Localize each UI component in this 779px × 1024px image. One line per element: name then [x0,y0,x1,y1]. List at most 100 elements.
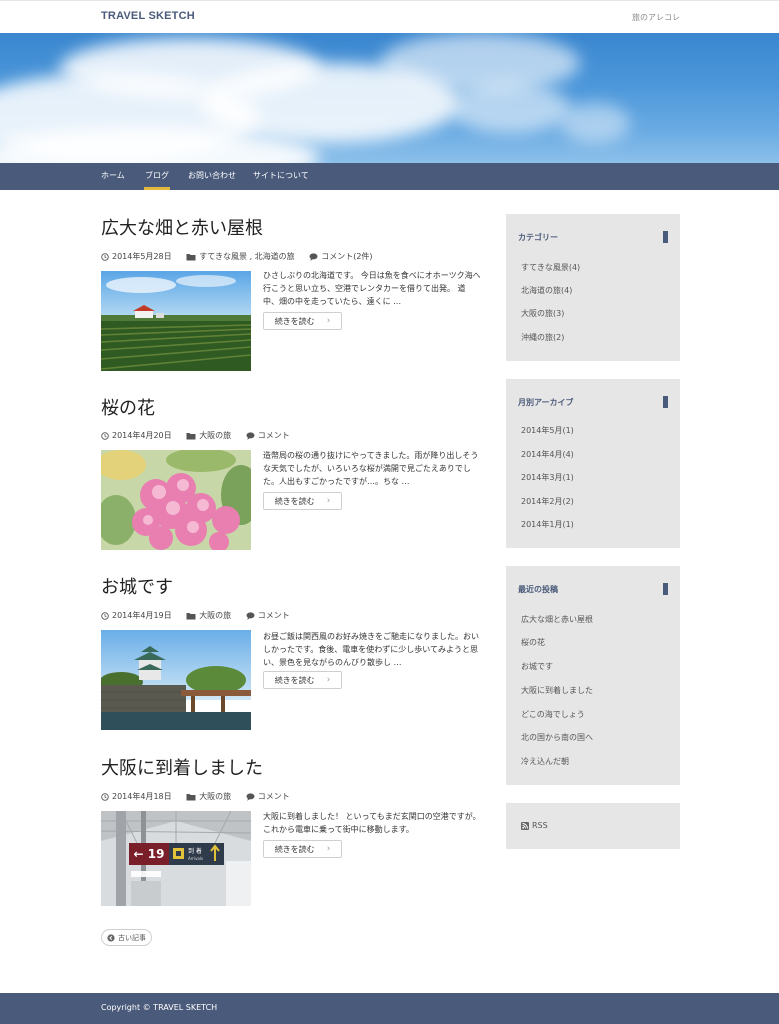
post-thumbnail-airport[interactable]: ← 19 到 着 Arrivals [101,811,251,906]
post-title[interactable]: お城です [101,573,481,599]
post-meta: 2014年5月28日 すてきな風景 , 北海道の旅 コメント(2件) [101,251,385,263]
post-categories[interactable]: 大阪の旅 [199,610,231,621]
archive-link[interactable]: 2014年3月(1) [521,472,574,483]
main-nav: ホーム ブログ お問い合わせ サイトについて [0,163,779,190]
read-more-button[interactable]: 続きを読む › [263,840,342,858]
comment-icon [246,611,255,620]
post-meta: 2014年4月19日 大阪の旅 コメント [101,610,302,622]
recent-post-link[interactable]: 大阪に到着しました [521,685,593,696]
post-date: 2014年4月18日 [112,792,172,801]
archive-link[interactable]: 2014年4月(4) [521,449,574,460]
blog-post: お城です 2014年4月19日 大阪の旅 コメント お昼ご飯は関西風のお好み焼き… [101,573,481,733]
read-more-button[interactable]: 続きを読む › [263,671,342,689]
category-link[interactable]: 北海道の旅(4) [521,285,572,296]
archive-link[interactable]: 2014年5月(1) [521,425,574,436]
post-excerpt: 大阪に到着しました！ といってもまだ玄関口の空港ですが。これから電車に乗って街中… [263,812,481,834]
widget-title-bar [663,583,668,595]
post-categories[interactable]: 大阪の旅 [199,791,231,802]
read-more-button[interactable]: 続きを読む › [263,492,342,510]
nav-contact[interactable]: お問い合わせ [188,163,236,190]
comment-icon [309,252,318,261]
folder-icon [186,612,196,619]
chevron-right-icon: › [326,496,331,506]
recent-post-link[interactable]: どこの海でしょう [521,709,585,720]
read-more-label: 続きを読む [274,675,315,685]
widget-categories: カテゴリー すてきな風景(4) 北海道の旅(4) 大阪の旅(3) 沖縄の旅(2) [506,214,680,361]
widget-title-bar [663,396,668,408]
nav-about[interactable]: サイトについて [253,163,309,190]
folder-icon [186,432,196,439]
category-link[interactable]: 沖縄の旅(2) [521,332,564,343]
post-date: 2014年4月20日 [112,431,172,440]
read-more-label: 続きを読む [274,496,315,506]
nav-home[interactable]: ホーム [101,163,125,190]
blog-post: 広大な畑と赤い屋根 2014年5月28日 すてきな風景 , 北海道の旅 コメント… [101,214,481,374]
post-comments[interactable]: コメント [258,791,290,802]
read-more-button[interactable]: 続きを読む › [263,312,342,330]
post-categories[interactable]: すてきな風景 , 北海道の旅 [199,251,294,262]
post-thumbnail-castle[interactable] [101,630,251,730]
widget-title: 月別アーカイブ [518,398,574,407]
post-meta: 2014年4月18日 大阪の旅 コメント [101,791,302,803]
recent-post-link[interactable]: 冷え込んだ朝 [521,756,569,767]
rss-label: RSS [532,821,548,830]
site-header: TRAVEL SKETCH 旅のアレコレ [0,0,779,33]
site-logo[interactable]: TRAVEL SKETCH [101,10,195,22]
folder-icon [186,793,196,800]
clock-icon [101,252,109,261]
post-date: 2014年5月28日 [112,252,172,261]
site-footer: Copyright © TRAVEL SKETCH [0,993,779,1024]
widget-rss: RSS [506,803,680,849]
post-title[interactable]: 桜の花 [101,394,481,420]
recent-post-link[interactable]: 桜の花 [521,637,545,648]
comment-icon [246,431,255,440]
sign-arrivals-en: Arrivals [188,856,203,861]
post-title[interactable]: 広大な畑と赤い屋根 [101,214,481,240]
blog-post: 桜の花 2014年4月20日 大阪の旅 コメント 造幣局の桜の通り抜けにやってき… [101,394,481,554]
post-title[interactable]: 大阪に到着しました [101,754,481,780]
post-comments[interactable]: コメント [258,610,290,621]
hero-sky-image [0,33,779,163]
read-more-label: 続きを読む [274,844,315,854]
folder-icon [186,253,196,260]
chevron-right-icon: › [326,675,331,685]
site-tagline: 旅のアレコレ [632,13,680,22]
category-link[interactable]: すてきな風景(4) [521,262,580,273]
rss-link[interactable]: RSS [521,821,548,830]
chevron-left-circle-icon [107,933,115,942]
post-meta: 2014年4月20日 大阪の旅 コメント [101,430,302,442]
post-thumbnail-sakura[interactable] [101,450,251,550]
chevron-right-icon: › [326,844,331,854]
widget-recent-posts: 最近の投稿 広大な畑と赤い屋根 桜の花 お城です 大阪に到着しました どこの海で… [506,566,680,785]
post-comments[interactable]: コメント [258,430,290,441]
nav-blog[interactable]: ブログ [144,163,170,190]
recent-post-link[interactable]: お城です [521,661,553,672]
clock-icon [101,431,109,440]
sign-arrivals-jp: 到 着 [188,847,202,855]
post-comments[interactable]: コメント(2件) [321,251,372,262]
widget-title: 最近の投稿 [518,585,558,594]
recent-post-link[interactable]: 広大な畑と赤い屋根 [521,614,593,625]
post-excerpt: ひさしぶりの北海道です。 今日は魚を食べにオホーツク海へ行こうと思い立ち、空港で… [263,271,481,306]
recent-post-link[interactable]: 北の国から南の国へ [521,732,593,743]
post-thumbnail-farm[interactable] [101,271,251,371]
post-categories[interactable]: 大阪の旅 [199,430,231,441]
clock-icon [101,792,109,801]
widget-title: カテゴリー [518,233,558,242]
older-posts-button[interactable]: 古い記事 [101,929,152,946]
archive-link[interactable]: 2014年1月(1) [521,519,574,530]
clock-icon [101,611,109,620]
older-posts-label: 古い記事 [118,933,146,942]
sign-gate-text: ← 19 [134,847,165,861]
post-date: 2014年4月19日 [112,611,172,620]
blog-post: 大阪に到着しました 2014年4月18日 大阪の旅 コメント ← 19 到 着 … [101,754,481,914]
read-more-label: 続きを読む [274,316,315,326]
rss-icon [521,821,529,830]
archive-link[interactable]: 2014年2月(2) [521,496,574,507]
comment-icon [246,792,255,801]
category-link[interactable]: 大阪の旅(3) [521,308,564,319]
widget-title-bar [663,231,668,243]
copyright-text: Copyright © TRAVEL SKETCH [101,1003,218,1012]
chevron-right-icon: › [326,316,331,326]
post-excerpt: お昼ご飯は関西風のお好み焼きをご馳走になりました。おいしかったです。食後、電車を… [263,632,479,667]
